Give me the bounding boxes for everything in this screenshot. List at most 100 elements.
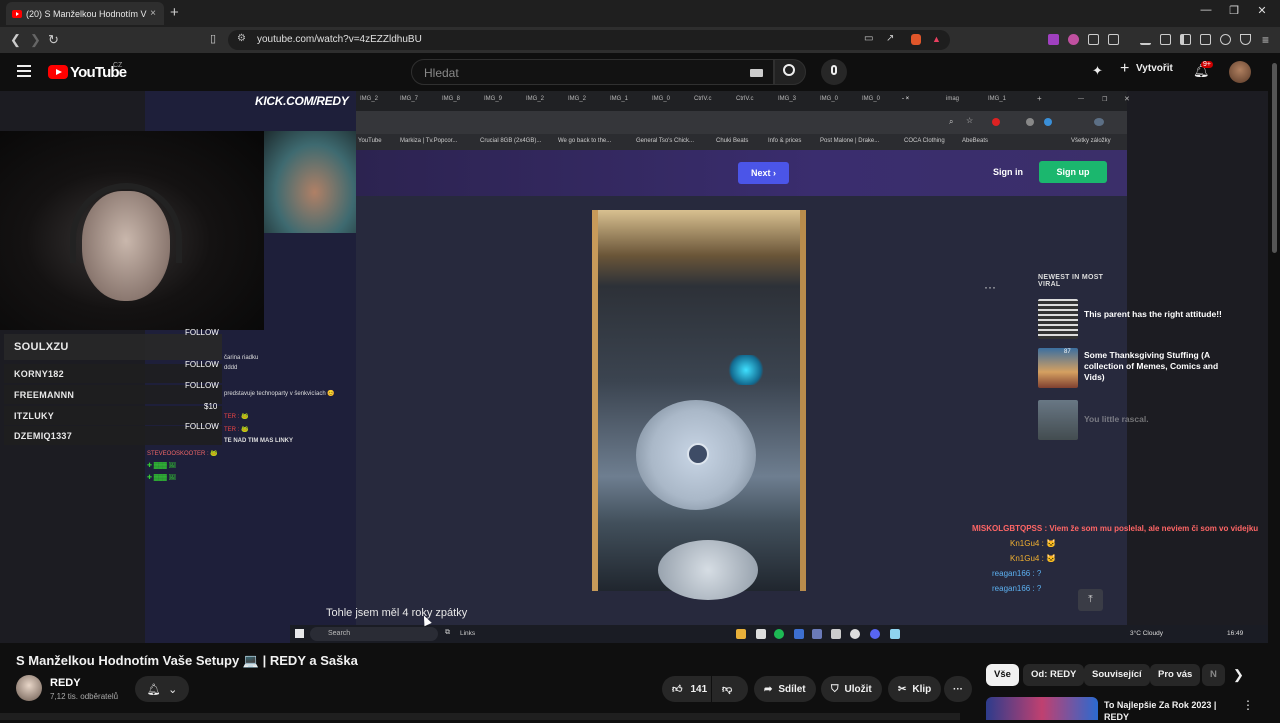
bottom-edge [0, 713, 960, 720]
vpn-icon[interactable] [1240, 34, 1251, 45]
dislike-button[interactable]: 👎︎ [712, 676, 748, 702]
menu-icon[interactable]: ≡ [1262, 33, 1269, 47]
new-tab-button[interactable]: + [170, 4, 179, 21]
chip-for-you[interactable]: Pro vás [1150, 664, 1201, 686]
chrome-taskbar-icon [736, 629, 746, 639]
chip-related[interactable]: Související [1084, 664, 1150, 686]
url-bar[interactable]: ⚙ youtube.com/watch?v=4zEZZldhuBU ▭ ↗ ▲ [228, 30, 950, 50]
obs-icon [850, 629, 860, 639]
viral-badge: 87 [1064, 349, 1071, 355]
captured-tab-bar: IMG_2 IMG_7 IMG_8 IMG_9 IMG_2 IMG_2 IMG_… [356, 91, 1130, 111]
chat-badge-icon: ✚ ▓▓▓ 🖼 [147, 463, 177, 469]
keyboard-icon[interactable] [750, 69, 763, 77]
notification-badge: 9+ [1201, 61, 1213, 68]
youtube-logo-icon[interactable] [48, 65, 68, 79]
mic-icon [831, 65, 837, 75]
fan-hub [687, 443, 709, 465]
wallet-icon[interactable] [1200, 34, 1211, 45]
notification-bell-button[interactable]: 🔔︎ ⌄ [135, 676, 189, 702]
extension-icon[interactable] [1108, 34, 1119, 45]
share-icon[interactable]: ↗ [886, 33, 894, 44]
browser-tab[interactable]: (20) S Manželkou Hodnotím V × [6, 2, 164, 25]
youtube-favicon-icon [12, 9, 22, 18]
clip-button[interactable]: ✂ Klip [888, 676, 942, 702]
taskbar-clock: 16:49 [1227, 630, 1244, 637]
kick-logo: KICK.COM/REDY [255, 94, 349, 108]
chevron-down-icon: ⌄ [168, 683, 178, 696]
download-icon[interactable] [1140, 34, 1151, 45]
save-button[interactable]: ⛉ Uložit [821, 676, 882, 702]
leo-icon[interactable] [1220, 34, 1231, 45]
share-button[interactable]: ➦ Sdílet [754, 676, 816, 702]
channel-avatar[interactable] [16, 675, 42, 701]
bookmark-item: We go back to the... [558, 138, 612, 144]
scroll-thumb[interactable] [1272, 63, 1277, 253]
sign-up-button: Sign up [1039, 161, 1107, 183]
more-actions-button[interactable]: ··· [944, 676, 972, 702]
captured-maximize-icon: ❐ [1102, 97, 1108, 103]
captured-tab: IMG_2 [360, 96, 379, 102]
channel-name[interactable]: REDY [50, 677, 81, 689]
extension-icon[interactable] [1048, 34, 1059, 45]
bookmark-icon[interactable]: ▯ [210, 32, 216, 45]
captured-tab: CtrlV.c [736, 96, 754, 102]
fan-image [636, 400, 756, 510]
install-icon[interactable]: ▭ [864, 33, 873, 44]
tab-close-icon[interactable]: × [148, 8, 158, 19]
chip-all[interactable]: Vše [986, 664, 1019, 686]
user-avatar[interactable] [1229, 61, 1251, 83]
close-window-button[interactable]: ✕ [1252, 4, 1272, 17]
voice-search-button[interactable] [821, 59, 847, 85]
video-player[interactable]: IMG_2 IMG_7 IMG_8 IMG_9 IMG_2 IMG_2 IMG_… [0, 91, 1268, 643]
back-icon[interactable]: ❮ [10, 32, 21, 48]
taskbar-app-icon [794, 629, 804, 639]
site-info-icon[interactable]: ⚙ [237, 33, 246, 44]
viral-title: This parent has the right attitude!! [1084, 309, 1222, 319]
led-glow [726, 355, 766, 385]
discord-icon [870, 629, 880, 639]
captured-bookmarks-bar: YouTube Markiza | Tv.Popcor... Crucial 8… [356, 134, 1127, 150]
viral-thumbnail [1038, 400, 1078, 440]
chevron-right-icon[interactable]: ❯ [1233, 667, 1244, 683]
like-button[interactable]: 👍︎ 141 [662, 676, 711, 702]
reload-icon[interactable]: ↻ [48, 32, 59, 48]
bell-icon: 🔔︎ [146, 683, 161, 696]
windows-taskbar: Search ⧉ Links 3°C Cloudy 16:49 [290, 625, 1268, 643]
more-options-icon[interactable]: ⋮ [1242, 698, 1254, 712]
follow-label: FOLLOW [185, 328, 219, 337]
extension-icon[interactable] [1068, 34, 1079, 45]
recommended-thumbnail[interactable] [986, 697, 1098, 720]
captured-tab: IMG_2 [568, 96, 587, 102]
follow-label: FOLLOW [185, 381, 219, 390]
create-label: Vytvořit [1136, 63, 1173, 74]
recommended-title[interactable]: To Najlepšie Za Rok 2023 | REDY [1104, 699, 1224, 723]
brave-shield-icon[interactable] [911, 34, 921, 45]
follow-row: FREEMANNN FOLLOW [4, 381, 222, 404]
sidebar-icon[interactable] [1180, 34, 1191, 45]
chat-message: reagan166 : ? [992, 584, 1042, 593]
create-button[interactable]: Vytvořit [1119, 63, 1173, 74]
next-button: Next › [738, 162, 789, 184]
video-caption: Tohle jsem měl 4 roky zpátky [326, 607, 468, 619]
share-icon: ➦ [764, 683, 773, 695]
headset [70, 183, 182, 263]
webcam-feed [0, 131, 264, 330]
puzzle-icon[interactable] [1088, 34, 1099, 45]
search-button[interactable] [774, 59, 806, 85]
chat-message: predstavuje technoparty v šenkvicíach 😊 [224, 391, 335, 397]
search-input[interactable]: Hledat [411, 59, 774, 85]
minimize-button[interactable]: — [1196, 4, 1216, 16]
media-icon[interactable] [1160, 34, 1171, 45]
scroll-top-button: ⤒ [1078, 589, 1103, 611]
page-scrollbar[interactable] [1270, 53, 1278, 643]
next-label: Next [750, 168, 771, 178]
maximize-button[interactable]: ❐ [1224, 4, 1244, 17]
forward-icon[interactable]: ❯ [30, 32, 41, 48]
hamburger-menu-icon[interactable] [17, 65, 31, 77]
chip-more[interactable]: N [1202, 664, 1225, 686]
tab-title: (20) S Manželkou Hodnotím V [26, 8, 147, 19]
brave-rewards-icon[interactable]: ▲ [932, 34, 941, 44]
chip-from-channel[interactable]: Od: REDY [1023, 664, 1085, 686]
bookmark-item: Všetky záložky [1071, 138, 1111, 144]
cast-icon[interactable]: ✦ [1092, 63, 1103, 79]
